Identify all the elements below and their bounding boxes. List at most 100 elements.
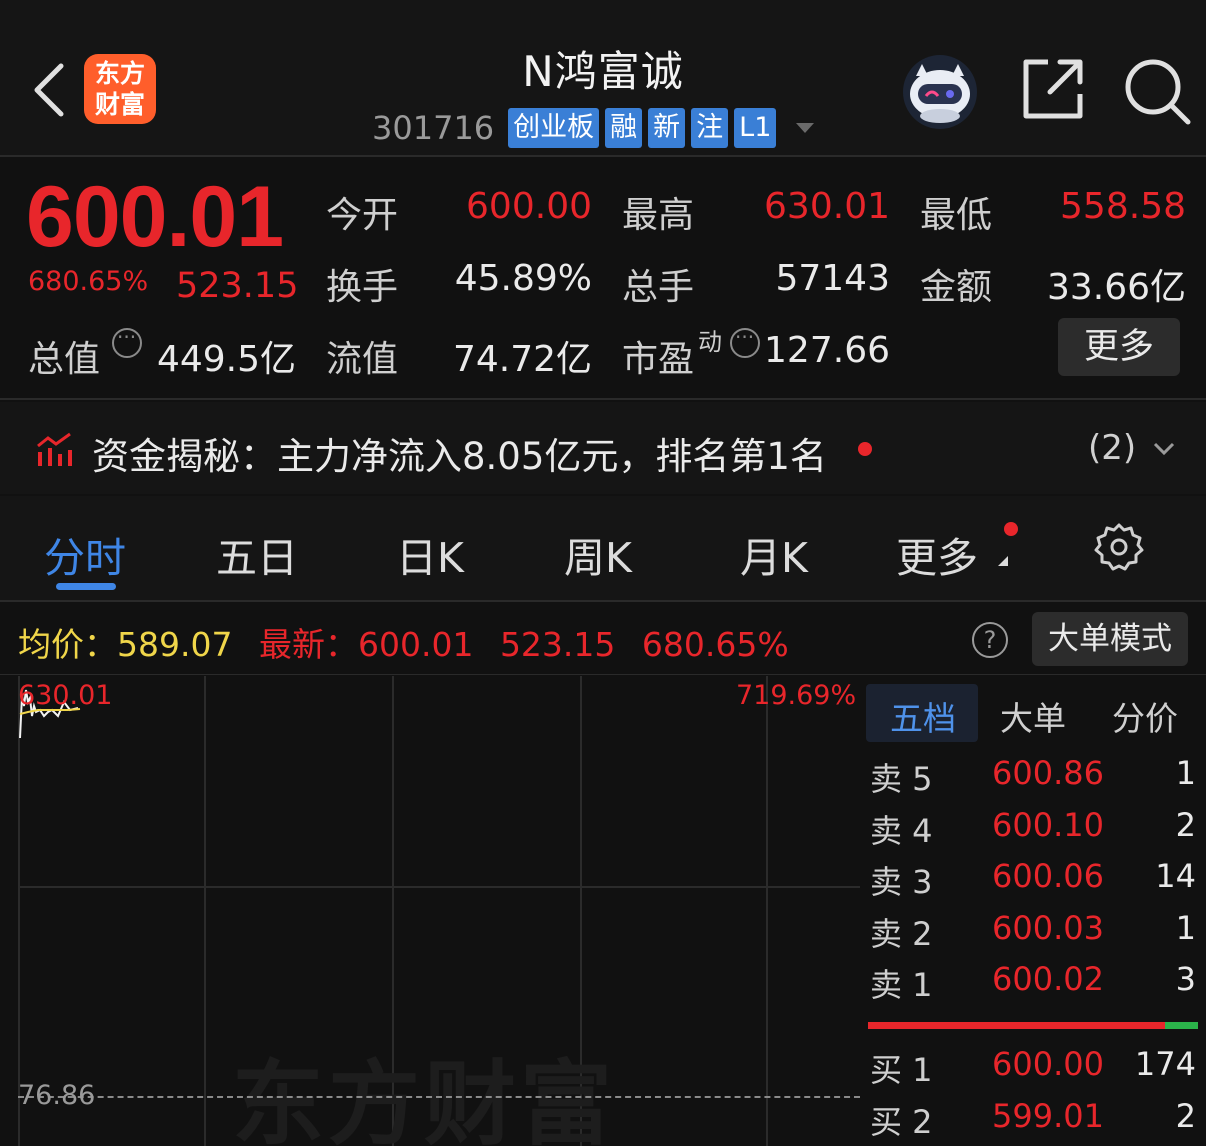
ask-price: 600.02 [992,960,1104,998]
ask-price: 600.03 [992,909,1104,947]
chart-high-price: 630.01 [18,680,113,711]
float-label: 流值 [326,339,399,380]
pct-change: 680.65% [28,266,149,297]
bid-row-1[interactable]: 买 1 600.00 174 [870,1045,1200,1095]
bid-price: 600.00 [992,1045,1104,1083]
chart-low-price: 76.86 [18,1080,96,1111]
chevron-down-icon[interactable] [1152,436,1176,460]
fund-chart-icon [37,432,72,466]
avg-label: 均价： [18,625,117,664]
ask-label: 卖 4 [870,812,933,850]
bid-row-2[interactable]: 买 2 599.01 2 [870,1097,1200,1146]
float-value: 74.72亿 [452,339,592,380]
orderbook-tabs: 五档 大单 分价 [866,682,1206,742]
big-order-mode-button[interactable]: 大单模式 [1032,612,1188,666]
top-header: 东方 财富 N鸿富诚 301716 创业板 融 新 注 L1 [0,0,1206,157]
ask-price: 600.86 [992,754,1104,792]
tab-price-dist[interactable]: 分价 [1112,692,1178,740]
ask-volume: 14 [1155,857,1196,895]
low-value: 558.58 [1060,186,1186,227]
high-value: 630.01 [764,186,890,227]
open-label: 今开 [326,195,399,236]
price-change: 523.15 [176,266,299,306]
avg-value: 589.07 [117,625,233,664]
chart-gridline [18,886,860,888]
high-label: 最高 [622,195,695,236]
last-price: 600.01 [26,169,284,265]
pe-value: 127.66 [764,330,890,371]
search-icon[interactable] [1122,56,1192,126]
ask-label: 卖 1 [870,966,933,1004]
ask-label: 卖 2 [870,915,933,953]
chart-gridline [204,676,206,1146]
share-icon[interactable] [1020,56,1086,122]
open-value: 600.00 [466,186,592,227]
turnover-label: 换手 [326,267,399,308]
low-label: 最低 [920,195,993,236]
tag-margin[interactable]: 融 [605,108,643,148]
ask-price: 600.10 [992,806,1104,844]
chart-gridline [766,676,768,1146]
tab-more-dot [1004,522,1018,536]
help-icon[interactable]: ? [972,622,1008,658]
ask-label: 卖 5 [870,760,933,798]
tag-registered[interactable]: 注 [691,108,729,148]
tab-intraday[interactable]: 分时 [44,524,126,584]
stock-subtitle: 301716 创业板 融 新 注 L1 [372,106,816,150]
amount-value: 33.66亿 [1046,267,1186,308]
header-divider [0,155,1206,157]
pe-type-sup: 动 [698,328,722,356]
ask-price: 600.06 [992,857,1104,895]
tab-active-indicator [56,583,116,590]
tabs-divider [0,600,1206,602]
ask-volume: 1 [1175,909,1196,947]
bid-price: 599.01 [992,1097,1104,1135]
settings-gear-icon[interactable] [1094,522,1144,572]
ask-label: 卖 3 [870,863,933,901]
assistant-robot-icon[interactable] [902,54,978,130]
tab-big-orders[interactable]: 大单 [1000,692,1066,740]
tag-level[interactable]: L1 [734,108,777,148]
amount-label: 金额 [920,267,993,308]
bid-label: 买 1 [870,1051,933,1089]
fund-flow-count: (2) [1088,428,1137,468]
more-button[interactable]: 更多 [1058,318,1180,376]
latest-value: 600.01 [357,625,474,664]
prev-close-line [18,1096,860,1098]
stock-code: 301716 [372,109,495,147]
pe-info-icon[interactable] [730,325,760,358]
ask-row-2[interactable]: 卖 2 600.03 1 [870,909,1200,959]
bid-ratio-fill [868,1022,1165,1029]
latest-label: 最新： [258,625,358,664]
ask-volume: 1 [1175,754,1196,792]
pe-label: 市盈 [622,339,695,380]
bid-label: 买 2 [870,1103,933,1141]
fund-flow-bar[interactable]: 资金揭秘：主力净流入8.05亿元，排名第1名 (2) [0,402,1206,494]
chart-gridline [18,676,20,1146]
tab-five-day[interactable]: 五日 [216,524,298,584]
tab-monthly-k[interactable]: 月K [740,524,808,584]
fund-flow-text: 资金揭秘：主力净流入8.05亿元，排名第1名 [92,435,827,478]
watermark-logo: 东方财富 [232,1050,617,1146]
turnover-value: 45.89% [454,258,592,299]
tag-new[interactable]: 新 [648,108,686,148]
bid-volume: 2 [1175,1097,1196,1135]
ask-row-3[interactable]: 卖 3 600.06 14 [870,857,1200,907]
chart-tabs: 分时 五日 日K 周K 月K 更多 [0,496,1206,600]
tab-five-levels[interactable]: 五档 [890,692,956,740]
ask-row-5[interactable]: 卖 5 600.86 1 [870,754,1200,804]
tab-more[interactable]: 更多 [896,524,978,584]
ask-row-1[interactable]: 卖 1 600.02 3 [870,960,1200,1010]
more-dots-icon[interactable] [112,325,142,358]
info-divider [0,674,1206,675]
tag-board[interactable]: 创业板 [508,108,600,148]
tab-daily-k[interactable]: 日K [396,524,464,584]
volume-value: 57143 [775,258,890,299]
latest-pct: 680.65% [641,625,789,664]
mktcap-label: 总值 [28,339,101,380]
tab-weekly-k[interactable]: 周K [564,524,632,584]
bid-volume: 174 [1134,1045,1196,1083]
chevron-down-icon[interactable] [794,121,816,135]
ask-row-4[interactable]: 卖 4 600.10 2 [870,806,1200,856]
volume-label: 总手 [622,267,695,308]
